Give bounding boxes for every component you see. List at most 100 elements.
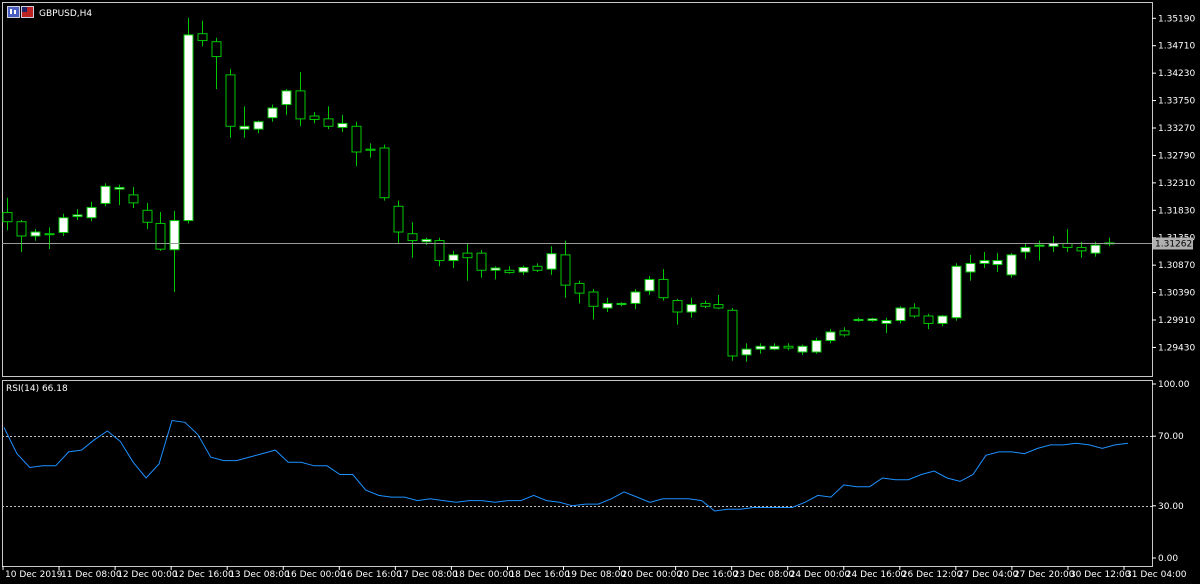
candle-body: [909, 307, 920, 317]
candle-body: [630, 291, 641, 304]
current-price-line: 1.31262: [2, 237, 1193, 250]
rsi-panel-frame: [2, 380, 1153, 567]
candle-body: [602, 302, 613, 309]
candle-body: [560, 254, 571, 286]
candle-body: [169, 220, 180, 251]
candle-body: [937, 315, 948, 324]
time-tick-label: 12 Dec 00:00: [117, 570, 178, 580]
candle-body: [197, 33, 208, 42]
candle-body: [351, 125, 362, 153]
candle: [839, 327, 850, 337]
candle-body: [295, 90, 306, 120]
time-tick-label: 10 Dec 2019: [5, 570, 63, 580]
candle-body: [421, 238, 432, 243]
candle-body: [881, 320, 892, 324]
price-tick-label: 1.30390: [1158, 289, 1195, 299]
candle: [448, 250, 459, 268]
candle: [546, 246, 557, 275]
candle-body: [574, 282, 585, 294]
candle-body: [30, 231, 41, 237]
candle: [1020, 243, 1031, 259]
candle: [727, 308, 738, 361]
candle-body: [713, 304, 724, 309]
chart-window-icon: [7, 6, 20, 18]
price-tick-label: 1.29910: [1158, 316, 1195, 326]
candle: [462, 243, 473, 281]
time-tick-label: 16 Dec 16:00: [341, 570, 402, 580]
candle: [155, 212, 166, 251]
candle: [616, 302, 627, 307]
candle: [30, 229, 41, 241]
candle-body: [393, 205, 404, 233]
candle-body: [658, 278, 669, 299]
candle: [783, 343, 794, 351]
candle: [867, 317, 878, 322]
candle: [1006, 253, 1017, 278]
candle: [630, 289, 641, 310]
candle-body: [783, 345, 794, 349]
candle-body: [379, 147, 390, 199]
candle-body: [490, 267, 501, 271]
candle: [142, 202, 153, 230]
candlestick-series: [2, 17, 1115, 362]
candle: [658, 269, 669, 301]
price-tick-label: 1.33270: [1158, 124, 1195, 134]
candle-body: [741, 348, 752, 356]
current-price-label: 1.31262: [1155, 240, 1192, 250]
candle-body: [239, 125, 250, 130]
candle: [1104, 237, 1115, 247]
time-tick-label: 31 Dec 04:00: [1126, 570, 1187, 580]
candle: [225, 69, 236, 138]
candle-body: [853, 318, 864, 322]
candle: [267, 104, 278, 122]
candle-body: [16, 221, 27, 237]
candle: [281, 89, 292, 115]
candle: [197, 20, 208, 47]
candle: [128, 186, 139, 208]
time-tick-label: 27 Dec 20:00: [1014, 570, 1075, 580]
candle: [100, 183, 111, 207]
candle: [797, 344, 808, 355]
rsi-tick-label: 0.00: [1158, 554, 1178, 564]
candle: [672, 298, 683, 325]
candle: [518, 265, 529, 275]
price-tick-label: 1.35190: [1158, 14, 1195, 24]
candle-body: [1020, 246, 1031, 253]
rsi-tick-label: 100.00: [1158, 380, 1190, 390]
candle: [504, 266, 515, 274]
candle-body: [895, 307, 906, 322]
price-tick-label: 1.34230: [1158, 69, 1195, 79]
time-tick-label: 20 Dec 00:00: [622, 570, 683, 580]
candle-body: [867, 318, 878, 322]
time-tick-label: 30 Dec 12:00: [1070, 570, 1131, 580]
candle-body: [979, 260, 990, 264]
candle: [951, 263, 962, 321]
candle: [421, 237, 432, 246]
candle: [574, 280, 585, 304]
candle-body: [727, 309, 738, 357]
candle: [86, 201, 97, 222]
candle: [895, 306, 906, 324]
candle-body: [407, 233, 418, 242]
rsi-tick-label: 70.00: [1158, 432, 1184, 442]
chart-canvas[interactable]: 1.35190 1.34710 1.34230 1.33750 1.33270 1.327…: [0, 0, 1200, 584]
time-tick-label: 18 Dec 16:00: [509, 570, 570, 580]
price-panel-frame: [2, 2, 1153, 377]
time-tick-label: 12 Dec 16:00: [173, 570, 234, 580]
candle: [295, 72, 306, 127]
candle-body: [546, 253, 557, 270]
candle-body: [323, 118, 334, 127]
price-tick-label: 1.32310: [1158, 179, 1195, 189]
candle: [588, 289, 599, 320]
time-tick-label: 24 Dec 16:00: [846, 570, 907, 580]
candle: [1062, 229, 1073, 252]
candle-body: [532, 265, 543, 271]
rsi-axis: 100.00 70.00 30.00 0.00: [1152, 380, 1190, 564]
candle-body: [225, 74, 236, 127]
candle: [992, 253, 1003, 272]
candle-body: [797, 345, 808, 353]
candle-body: [476, 252, 487, 271]
candle: [811, 337, 822, 354]
candle-body: [281, 90, 292, 106]
candle-body: [1090, 244, 1101, 254]
